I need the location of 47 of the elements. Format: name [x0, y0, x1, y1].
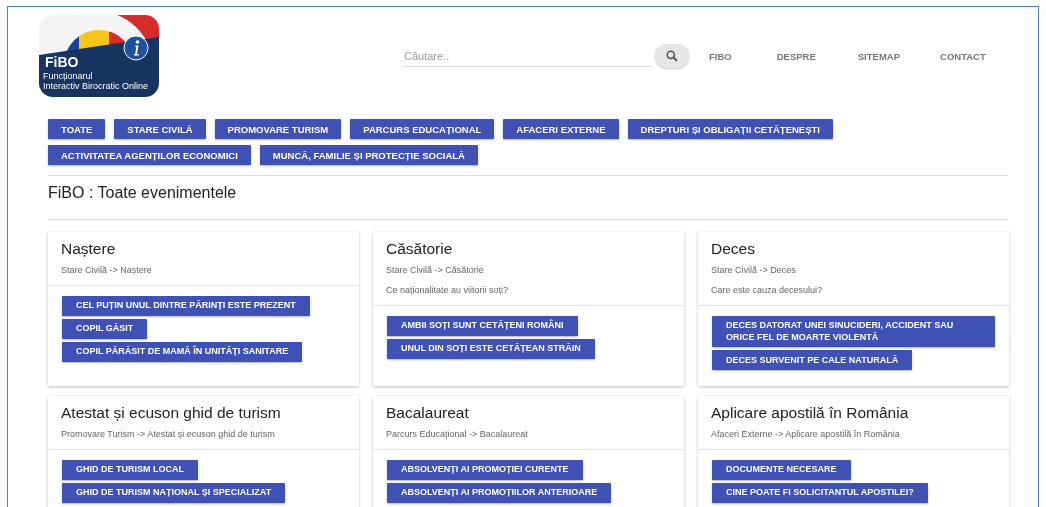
card-question: Care este cauza decesului? [711, 285, 824, 295]
logo-title: FiBO [45, 54, 79, 70]
option-button[interactable]: DECES DATORAT UNEI SINUCIDERI, ACCIDENT SAU ORICE FEL DE MOARTE VIOLENTĂ [712, 316, 995, 348]
option-button[interactable]: GHID DE TURISM NAȚIONAL ȘI SPECIALIZAT [62, 483, 286, 503]
search-button[interactable] [655, 44, 689, 68]
search-icon [666, 50, 678, 62]
option-button[interactable]: UNUL DIN SOȚI ESTE CETĂȚEAN STRĂIN [387, 339, 595, 359]
logo-tagline: Funcționarul [43, 71, 93, 81]
category-button[interactable]: DREPTURI ȘI OBLIGAȚII CETĂȚENEȘTI [627, 119, 833, 139]
category-button[interactable]: STARE CIVILĂ [114, 119, 206, 139]
breadcrumb: Parcurs Educațional -> Bacalaureat [386, 429, 529, 439]
option-button[interactable]: CEL PUȚIN UNUL DINTRE PĂRINȚI ESTE PREZENT [62, 296, 310, 316]
option-button[interactable]: DOCUMENTE NECESARE [712, 460, 851, 480]
breadcrumb: Afaceri Externe -> Aplicare apostilă în România [711, 429, 901, 439]
nav-link[interactable]: SITEMAP [857, 50, 900, 62]
category-button[interactable]: PARCURS EDUCAȚIONAL [350, 119, 495, 139]
app-logo[interactable]: FiBO Funcționarul Interactiv Birocratic Online [39, 15, 159, 97]
card-title: Deces [711, 240, 756, 258]
nav-link[interactable]: DESPRE [776, 50, 816, 62]
breadcrumb: Stare Civilă -> Naștere [61, 265, 153, 275]
logo-tagline: Interactiv Birocratic Online [43, 81, 149, 91]
option-button[interactable]: GHID DE TURISM LOCAL [62, 460, 198, 480]
option-button[interactable]: CINE POATE FI SOLICITANTUL APOSTILEI? [712, 483, 928, 503]
card-title: Naștere [61, 240, 117, 258]
nav-link[interactable]: CONTACT [940, 50, 986, 62]
option-button[interactable]: ABSOLVENȚI AI PROMOȚIILOR ANTERIOARE [387, 483, 612, 503]
category-button[interactable]: AFACERI EXTERNE [503, 119, 619, 139]
info-icon [133, 40, 140, 56]
card-title: Bacalaureat [386, 404, 470, 422]
nav-link[interactable]: FIBO [709, 50, 732, 62]
category-button[interactable]: PROMOVARE TURISM [214, 119, 342, 139]
breadcrumb: Stare Civilă -> Căsătorie [386, 265, 485, 275]
breadcrumb: Promovare Turism -> Atestat și ecuson ghid de turism [61, 429, 276, 439]
option-button[interactable]: COPIL PĂRĂSIT DE MAMĂ ÎN UNITĂȚI SANITARE [62, 342, 303, 362]
card-title: Aplicare apostilă în România [711, 404, 910, 422]
option-button[interactable]: ABSOLVENȚI AI PROMOȚIEI CURENTE [387, 460, 583, 480]
card-question: Ce naționalitate au viitorii soți? [386, 285, 510, 295]
card-title: Căsătorie [386, 240, 454, 258]
breadcrumb: Stare Civilă -> Deces [711, 265, 797, 275]
card-title: Atestat și ecuson ghid de turism [61, 404, 282, 422]
category-button[interactable]: MUNCĂ, FAMILIE ȘI PROTECȚIE SOCIALĂ [259, 145, 478, 165]
category-button[interactable]: ACTIVITATEA AGENȚILOR ECONOMICI [48, 145, 251, 165]
category-button[interactable]: TOATE [48, 119, 106, 139]
option-button[interactable]: AMBII SOȚI SUNT CETĂȚENI ROMÂNI [387, 316, 578, 336]
option-button[interactable]: COPIL GĂSIT [62, 319, 148, 339]
page-title: FiBO : Toate evenimentele [48, 183, 238, 203]
option-button[interactable]: DECES SURVENIT PE CALE NATURALĂ [712, 350, 913, 371]
